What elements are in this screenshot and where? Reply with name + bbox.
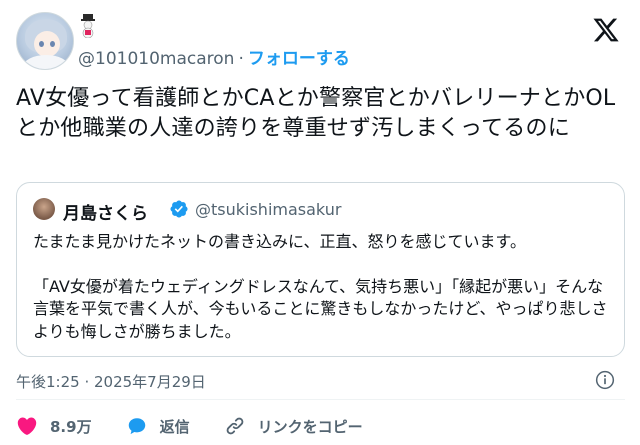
quoted-paragraph: 「AV女優が着たウェディングドレスなんて、気持ち悪い」「縁起が悪い」そんな言葉を…	[33, 276, 608, 341]
copy-link-button[interactable]: リンクをコピー	[224, 415, 363, 437]
quoted-author-avatar[interactable]	[33, 198, 55, 220]
quoted-tweet-body: たまたま見かけたネットの書き込みに、正直、怒りを感じています。 「AV女優が着た…	[33, 231, 613, 365]
author-avatar[interactable]	[16, 12, 74, 70]
tweet-header: @101010macaron · フォローする	[0, 0, 640, 72]
quoted-author-handle[interactable]: @tsukishimasakur	[195, 200, 341, 219]
tweet-timestamp[interactable]: 午後1:25 · 2025年7月29日	[16, 371, 206, 392]
info-icon[interactable]	[595, 370, 615, 390]
reply-button[interactable]: 返信	[126, 415, 190, 437]
author-handle[interactable]: @101010macaron	[78, 49, 234, 69]
author-handle-line: @101010macaron · フォローする	[78, 44, 350, 69]
reply-label: 返信	[159, 417, 190, 436]
quoted-paragraph: たまたま見かけたネットの書き込みに、正直、怒りを感じています。	[33, 232, 526, 251]
quoted-tweet[interactable]: 月島さくら @tsukishimasakur たまたま見かけたネットの書き込みに…	[16, 182, 625, 357]
tweet-text: AV女優って看護師とかCAとか警察官とかバレリーナとかOLとか他職業の人達の誇り…	[16, 86, 616, 141]
avatar-face	[34, 31, 60, 57]
like-button[interactable]: 8.9万	[16, 415, 92, 437]
avatar-eye	[50, 41, 55, 47]
link-icon	[226, 417, 243, 435]
handle-separator: ·	[238, 49, 244, 69]
copy-link-label: リンクをコピー	[257, 417, 363, 436]
action-bar: 8.9万 返信 リンクをコピー	[16, 408, 397, 444]
heart-icon	[17, 417, 37, 435]
avatar-body	[23, 55, 69, 69]
avatar-eye	[39, 41, 44, 47]
snowman-badge-icon	[81, 14, 95, 38]
reply-bubble-icon	[128, 418, 145, 435]
x-logo-icon[interactable]	[592, 16, 620, 44]
divider	[16, 399, 625, 400]
verified-badge-icon	[170, 200, 188, 218]
quoted-author-name[interactable]: 月島さくら	[63, 199, 148, 224]
follow-button[interactable]: フォローする	[248, 49, 350, 69]
like-count: 8.9万	[50, 417, 92, 436]
